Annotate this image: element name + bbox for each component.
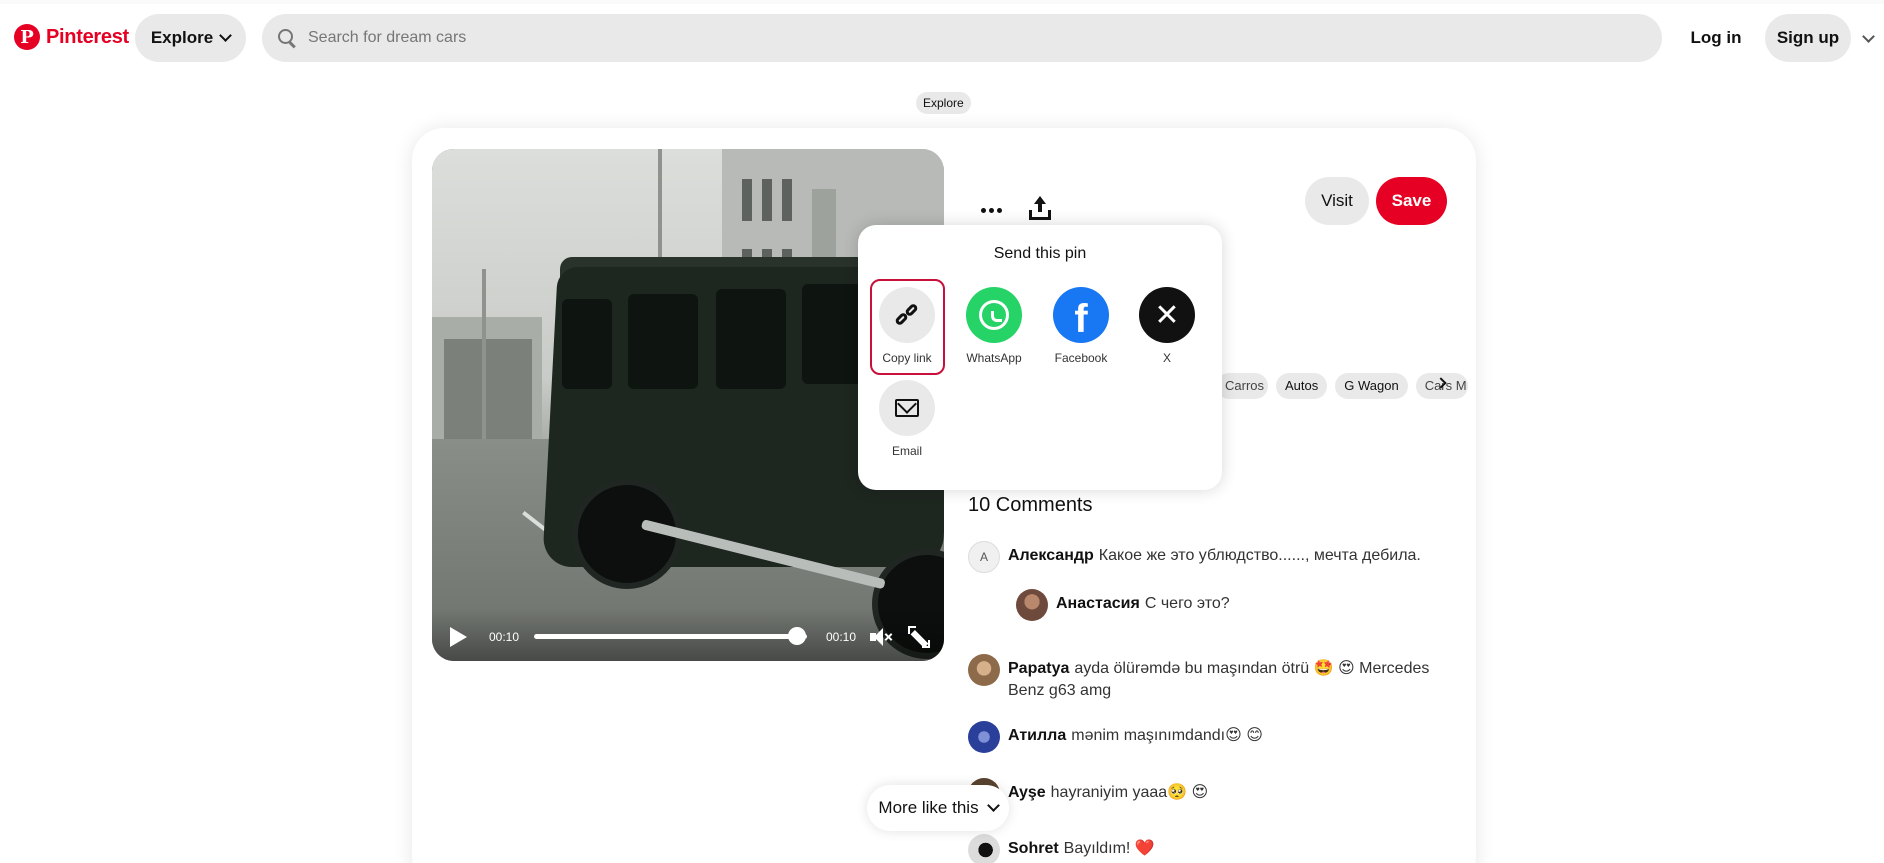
email-share-button[interactable]: Email bbox=[872, 380, 942, 458]
search-bar[interactable] bbox=[262, 14, 1662, 62]
explore-button[interactable]: Explore bbox=[135, 14, 246, 62]
account-chevron-down-icon[interactable] bbox=[1862, 30, 1875, 43]
tag-chip[interactable]: G Wagon bbox=[1335, 373, 1408, 399]
comment-author[interactable]: Sohret bbox=[1008, 840, 1059, 857]
play-icon[interactable] bbox=[450, 627, 467, 647]
pinterest-logo[interactable]: Pinterest bbox=[14, 24, 129, 50]
chevron-down-icon bbox=[986, 799, 1000, 812]
more-like-this-button[interactable]: More like this bbox=[867, 785, 1009, 831]
share-icon[interactable] bbox=[1028, 196, 1052, 222]
share-option-label: Facebook bbox=[1054, 351, 1108, 365]
email-icon bbox=[895, 399, 919, 417]
comment-text: hayraniyim yaaa🥺 😍 bbox=[1050, 784, 1209, 801]
share-popover: Send this pin Copy link WhatsApp f Faceb… bbox=[858, 225, 1222, 490]
save-button[interactable]: Save bbox=[1376, 177, 1447, 225]
car-window bbox=[802, 284, 862, 384]
car-window bbox=[716, 289, 786, 389]
tag-list: Carros Autos G Wagon Cars M bbox=[1216, 373, 1468, 399]
explore-label: Explore bbox=[150, 28, 214, 47]
comment-text: Какое же это ублюдство......, мечта деби… bbox=[1098, 547, 1421, 564]
brand-name: Pinterest bbox=[46, 25, 129, 48]
comment-text: mənim maşınımdandı😍 😊 bbox=[1071, 727, 1263, 744]
time-elapsed: 00:10 bbox=[489, 630, 520, 644]
top-edge bbox=[0, 0, 1884, 4]
comment: A Александр Какое же это ублюдство......,… bbox=[968, 541, 1438, 573]
avatar[interactable] bbox=[968, 721, 1000, 753]
whatsapp-icon bbox=[979, 300, 1009, 330]
progress-thumb[interactable] bbox=[788, 627, 806, 645]
dot-icon bbox=[996, 207, 1002, 213]
comment-text: Bayıldım! ❤️ bbox=[1063, 840, 1155, 857]
tag-chip[interactable]: Carros bbox=[1216, 373, 1268, 399]
comment: Sohret Bayıldım! ❤️ bbox=[968, 834, 1438, 863]
visit-button[interactable]: Visit bbox=[1305, 177, 1369, 225]
comment-author[interactable]: Александр bbox=[1008, 547, 1094, 564]
facebook-icon: f bbox=[1074, 297, 1088, 341]
tag-chip[interactable]: Autos bbox=[1276, 373, 1328, 399]
whatsapp-share-button[interactable]: WhatsApp bbox=[959, 287, 1029, 365]
time-total: 00:10 bbox=[826, 630, 857, 644]
lamp-pole bbox=[482, 269, 486, 439]
comment: Papatya ayda ölürəmdə bu maşından ötrü 🤩 … bbox=[968, 654, 1438, 702]
breadcrumb[interactable]: Explore bbox=[916, 92, 971, 114]
comment-author[interactable]: Papatya bbox=[1008, 660, 1069, 677]
signup-button[interactable]: Sign up bbox=[1765, 14, 1851, 62]
avatar[interactable] bbox=[968, 834, 1000, 863]
avatar[interactable] bbox=[1016, 589, 1048, 621]
share-option-label: Email bbox=[891, 444, 922, 458]
login-button[interactable]: Log in bbox=[1676, 14, 1756, 62]
dot-icon bbox=[980, 207, 986, 213]
comment-text: С чего это? bbox=[1144, 595, 1230, 612]
comment-author[interactable]: Ayşe bbox=[1008, 784, 1046, 801]
share-option-label: Copy link bbox=[882, 351, 932, 365]
comment-text: ayda ölürəmdə bu maşından ötrü 🤩 😍 Merce… bbox=[1008, 660, 1430, 699]
mute-icon[interactable] bbox=[870, 627, 893, 647]
car-window bbox=[562, 299, 612, 389]
fullscreen-icon[interactable] bbox=[908, 626, 930, 648]
share-popover-title: Send this pin bbox=[993, 245, 1087, 262]
car-window bbox=[628, 294, 698, 389]
comment-author[interactable]: Анастасия bbox=[1056, 595, 1140, 612]
dot-icon bbox=[988, 207, 994, 213]
progress-track[interactable] bbox=[534, 634, 807, 639]
more-like-this-label: More like this bbox=[878, 798, 979, 817]
chevron-down-icon bbox=[219, 29, 233, 42]
comment: Ayşe hayraniyim yaaa🥺 😍 bbox=[968, 778, 1438, 810]
comment-reply: Анастасия С чего это? bbox=[1016, 589, 1436, 621]
comment-author[interactable]: Атилла bbox=[1008, 727, 1066, 744]
search-input[interactable] bbox=[308, 29, 1608, 47]
x-icon: ✕ bbox=[1154, 297, 1180, 333]
search-icon bbox=[278, 29, 296, 47]
comment: Атилла mənim maşınımdandı😍 😊 bbox=[968, 721, 1438, 753]
avatar[interactable]: A bbox=[968, 541, 1000, 573]
comments-title: 10 Comments bbox=[968, 494, 1093, 516]
link-icon bbox=[894, 302, 920, 328]
share-option-label: WhatsApp bbox=[966, 351, 1022, 365]
share-option-label: X bbox=[1162, 351, 1171, 365]
avatar[interactable] bbox=[968, 654, 1000, 686]
copy-link-button[interactable]: Copy link bbox=[872, 287, 942, 365]
x-share-button[interactable]: ✕ X bbox=[1132, 287, 1202, 365]
facebook-share-button[interactable]: f Facebook bbox=[1046, 287, 1116, 365]
pinterest-logo-icon bbox=[14, 24, 40, 50]
more-options-button[interactable] bbox=[976, 192, 1006, 228]
